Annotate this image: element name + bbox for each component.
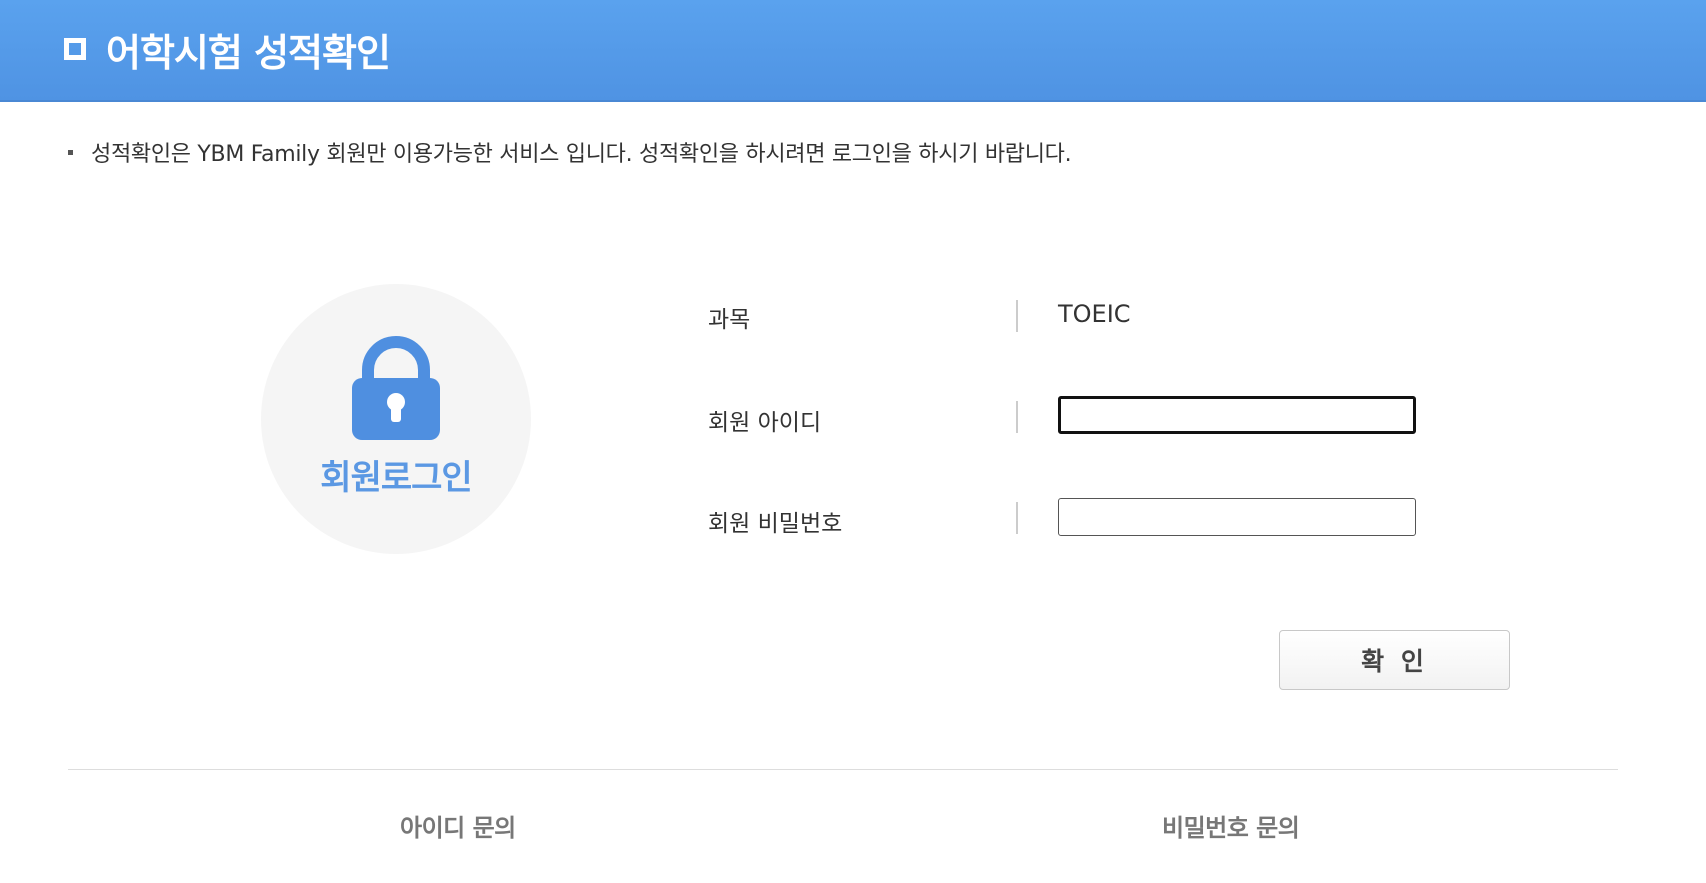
footer-divider	[68, 769, 1618, 770]
subject-value: TOEIC	[1058, 300, 1131, 328]
login-badge: 회원로그인	[261, 284, 531, 554]
subject-label: 과목	[708, 307, 751, 333]
password-inquiry-link[interactable]: 비밀번호 문의	[1162, 808, 1300, 843]
member-password-label: 회원 비밀번호	[708, 511, 843, 537]
lock-icon	[352, 336, 440, 440]
row-divider	[1016, 300, 1018, 332]
row-divider	[1016, 502, 1018, 534]
bullet-icon	[68, 149, 73, 155]
member-login-label: 회원로그인	[320, 458, 472, 498]
id-inquiry-link[interactable]: 아이디 문의	[400, 808, 516, 843]
member-id-input[interactable]	[1058, 396, 1416, 434]
notice-text: 성적확인은 YBM Family 회원만 이용가능한 서비스 입니다. 성적확인…	[91, 142, 1072, 167]
row-divider	[1016, 401, 1018, 433]
notice-message: 성적확인은 YBM Family 회원만 이용가능한 서비스 입니다. 성적확인…	[68, 136, 1072, 168]
member-id-label: 회원 아이디	[708, 410, 822, 436]
square-bullet-icon	[64, 38, 86, 60]
page-header: 어학시험 성적확인	[0, 0, 1706, 102]
page-title: 어학시험 성적확인	[106, 31, 391, 75]
confirm-button[interactable]: 확 인	[1279, 630, 1510, 690]
member-password-input[interactable]	[1058, 498, 1416, 536]
